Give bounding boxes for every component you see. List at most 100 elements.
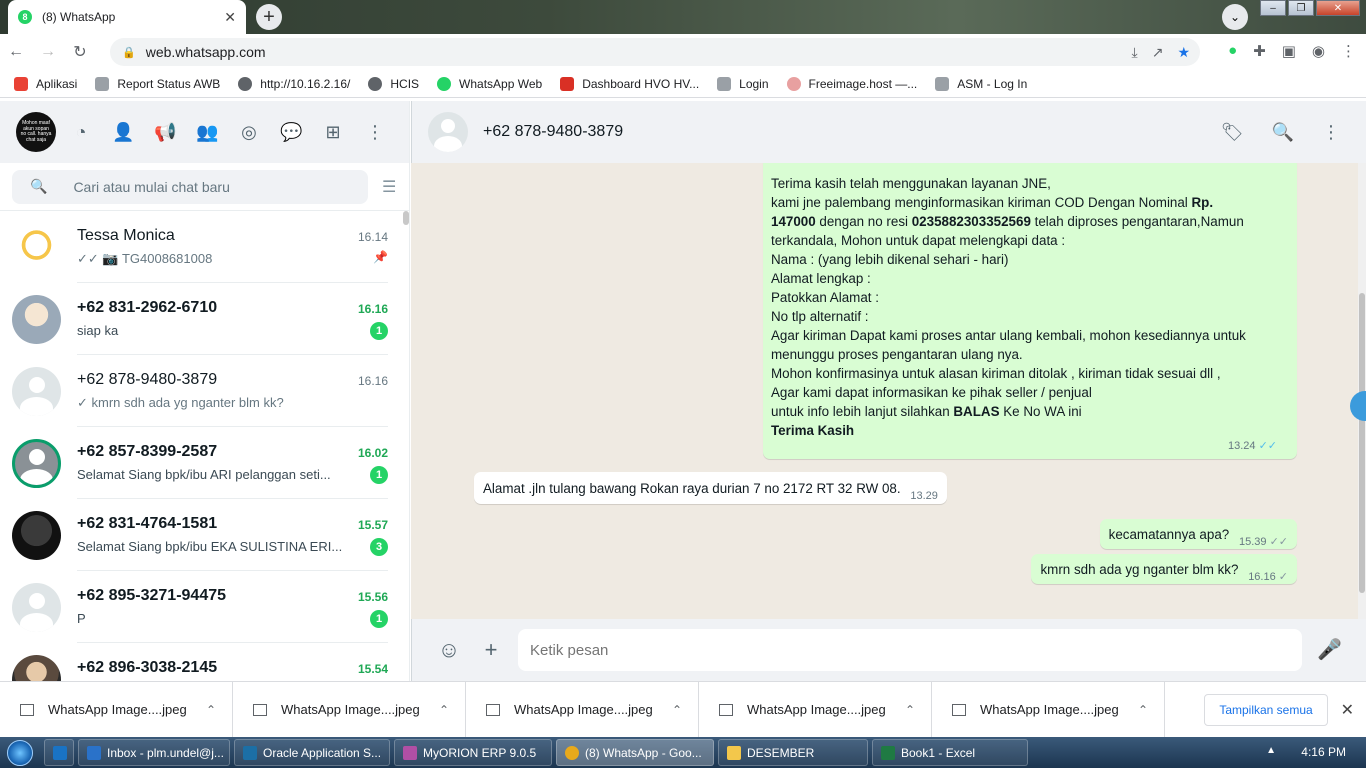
message-time: 13.29	[910, 490, 938, 502]
bookmark-item[interactable]: Login	[717, 76, 769, 91]
chevron-up-icon[interactable]: ⌃	[672, 703, 682, 717]
message-line: 147000 dengan no resi 0235882303352569 t…	[771, 212, 1288, 231]
microphone-icon[interactable]: 🎤	[1317, 637, 1342, 662]
emoji-icon[interactable]: ☺	[428, 637, 470, 663]
status-ring-icon[interactable]: ◎	[238, 122, 260, 143]
unread-badge: 1	[370, 466, 388, 484]
chat-preview: P	[77, 611, 86, 626]
chevron-up-icon[interactable]: ⌃	[905, 703, 915, 717]
address-bar[interactable]: 🔒 web.whatsapp.com ⤓ ↗ ★	[110, 38, 1200, 66]
taskbar-item[interactable]: Oracle Application S...	[234, 739, 390, 766]
chat-list-item[interactable]: +62 895-3271-94475 15.56 P 1	[0, 571, 410, 643]
bookmark-star-icon[interactable]: ★	[1177, 44, 1190, 61]
contact-name: +62 831-4764-1581	[77, 515, 218, 532]
filter-icon[interactable]: ☰	[382, 177, 396, 197]
profile-icon[interactable]: ◉	[1312, 42, 1325, 60]
bookmark-item[interactable]: Freeimage.host —...	[786, 76, 917, 91]
default-avatar-icon[interactable]	[428, 112, 468, 152]
extension-whatsapp-icon[interactable]: ●	[1228, 42, 1237, 60]
conversation-header[interactable]: +62 878-9480-3879 🏷 🔍 ⋮	[411, 101, 1366, 163]
message-segment: Terima kasih telah menggunakan layanan J…	[771, 176, 1051, 191]
start-button[interactable]	[0, 737, 40, 768]
bookmark-favicon-icon	[935, 76, 950, 91]
sidebar-menu-icon[interactable]: ⋮	[364, 122, 386, 143]
attach-plus-icon[interactable]: +	[470, 637, 512, 663]
conversation-menu-icon[interactable]: ⋮	[1322, 122, 1340, 143]
search-input[interactable]: 🔍 Cari atau mulai chat baru	[12, 169, 368, 204]
close-tab-icon[interactable]: ✕	[224, 9, 236, 26]
new-chat-icon[interactable]: ⊞	[322, 122, 344, 143]
chat-list: Tessa Monica 16.14 ✓✓ 📷 TG4008681008 📌 +…	[0, 211, 410, 681]
minimize-icon[interactable]: –	[1260, 0, 1286, 16]
chat-list-item[interactable]: Tessa Monica 16.14 ✓✓ 📷 TG4008681008 📌	[0, 211, 410, 283]
outlook-quicklaunch-icon[interactable]	[44, 739, 74, 766]
bookmark-favicon-icon	[560, 76, 575, 91]
forward-icon[interactable]: →	[32, 43, 64, 61]
download-item[interactable]: WhatsApp Image....jpeg ⌃	[0, 681, 233, 738]
taskbar-item[interactable]: (8) WhatsApp - Goo...	[556, 739, 714, 766]
message-segment: telah diproses pengantaran,Namun	[1030, 214, 1244, 229]
extensions-puzzle-icon[interactable]: ✚	[1253, 42, 1266, 60]
taskbar-item[interactable]: Book1 - Excel	[872, 739, 1028, 766]
browser-tab-whatsapp[interactable]: 8 (8) WhatsApp ✕	[8, 0, 246, 34]
chat-list-item[interactable]: +62 831-2962-6710 16.16 siap ka 1	[0, 283, 410, 355]
browser-menu-icon[interactable]: ⋮	[1341, 42, 1356, 60]
bookmark-item[interactable]: Aplikasi	[14, 76, 77, 91]
download-item[interactable]: WhatsApp Image....jpeg ⌃	[233, 681, 466, 738]
install-icon[interactable]: ⤓	[1132, 44, 1138, 61]
message-bubble-outgoing[interactable]: Terima kasih telah menggunakan layanan J…	[763, 163, 1297, 459]
communities-icon[interactable]: 👥	[196, 122, 218, 143]
share-icon[interactable]: ↗	[1152, 44, 1164, 61]
tray-expand-icon[interactable]: ▲	[1266, 745, 1276, 756]
chat-list-item[interactable]: +62 896-3038-2145 15.54	[0, 643, 410, 681]
windows-logo-icon	[7, 739, 33, 766]
bookmark-item[interactable]: Dashboard HVO HV...	[560, 76, 699, 91]
lock-icon[interactable]: 🔒	[122, 46, 136, 59]
bookmark-item[interactable]: http://10.16.2.16/	[238, 76, 350, 91]
message-bubble-outgoing[interactable]: kmrn sdh ada yg nganter blm kk? 16.16 ✓	[1031, 554, 1297, 584]
chevron-up-icon[interactable]: ⌃	[439, 703, 449, 717]
back-icon[interactable]: ←	[0, 43, 32, 61]
bookmark-item[interactable]: ASM - Log In	[935, 76, 1027, 91]
conversation-title[interactable]: +62 878-9480-3879	[483, 123, 623, 141]
sidebar-scrollbar[interactable]	[403, 211, 409, 225]
tab-search-icon[interactable]: ⌄	[1222, 4, 1248, 30]
download-item[interactable]: WhatsApp Image....jpeg ⌃	[466, 681, 699, 738]
message-line: Patokkan Alamat :	[771, 288, 1288, 307]
chevron-up-icon[interactable]: ⌃	[206, 703, 216, 717]
chat-list-item[interactable]: +62 857-8399-2587 16.02 Selamat Siang bp…	[0, 427, 410, 499]
close-icon[interactable]: ✕	[1341, 700, 1354, 720]
bookmark-item[interactable]: Report Status AWB	[95, 76, 220, 91]
message-bubble-incoming[interactable]: Alamat .jln tulang bawang Rokan raya dur…	[474, 472, 947, 504]
taskbar-item[interactable]: Inbox - plm.undel@j...	[78, 739, 230, 766]
new-tab-button[interactable]: +	[256, 4, 282, 30]
channels-megaphone-icon[interactable]: 📢	[154, 122, 176, 143]
reload-icon[interactable]: ↻	[64, 42, 96, 62]
taskbar-clock[interactable]: 4:16 PM	[1301, 745, 1346, 759]
chat-list-item[interactable]: +62 831-4764-1581 15.57 Selamat Siang bp…	[0, 499, 410, 571]
close-window-icon[interactable]: ✕	[1316, 0, 1360, 16]
label-tag-icon[interactable]: 🏷	[1221, 122, 1244, 143]
download-item[interactable]: WhatsApp Image....jpeg ⌃	[699, 681, 932, 738]
message-input[interactable]	[518, 629, 1302, 671]
bookmark-item[interactable]: WhatsApp Web	[437, 76, 542, 91]
my-avatar[interactable]: Mohon maaf akun sopan no call. hanya cha…	[16, 112, 56, 152]
chat-list-item[interactable]: +62 878-9480-3879 16.16 ✓ kmrn sdh ada y…	[0, 355, 410, 427]
chat-preview: siap ka	[77, 323, 119, 338]
taskbar-item[interactable]: MyORION ERP 9.0.5	[394, 739, 552, 766]
status-icon[interactable]: ◔	[70, 122, 92, 143]
search-icon[interactable]: 🔍	[1272, 122, 1294, 143]
bookmark-item[interactable]: HCIS	[368, 76, 419, 91]
default-avatar-icon	[12, 582, 61, 632]
show-all-downloads-button[interactable]: Tampilkan semua	[1204, 694, 1328, 726]
chevron-up-icon[interactable]: ⌃	[1138, 703, 1148, 717]
side-panel-icon[interactable]: ▣	[1282, 42, 1296, 60]
new-contact-icon[interactable]: 👤	[112, 122, 134, 143]
message-meta: 15.39 ✓✓	[1238, 536, 1288, 548]
chat-bubble-icon[interactable]: 💬	[280, 122, 302, 143]
maximize-icon[interactable]: ❐	[1288, 0, 1314, 16]
taskbar-item[interactable]: DESEMBER	[718, 739, 868, 766]
contact-avatar	[12, 294, 61, 344]
message-bubble-outgoing[interactable]: kecamatannya apa? 15.39 ✓✓	[1099, 519, 1297, 549]
download-item[interactable]: WhatsApp Image....jpeg ⌃	[932, 681, 1165, 738]
